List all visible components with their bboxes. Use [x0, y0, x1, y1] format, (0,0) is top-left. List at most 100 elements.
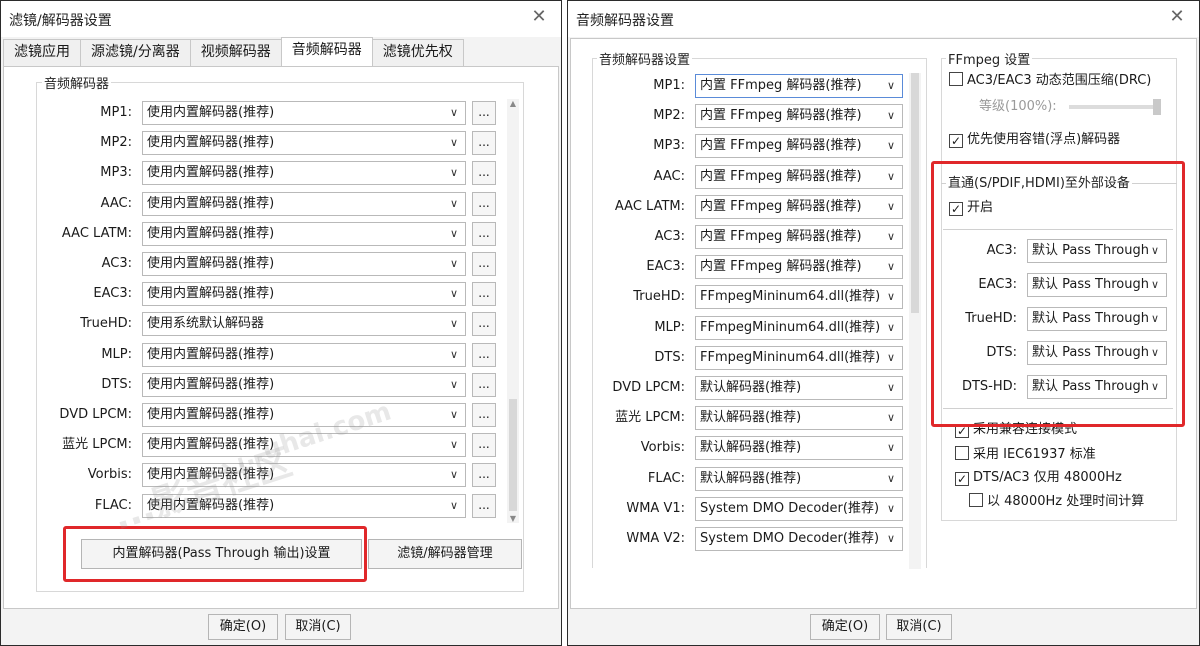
more-button[interactable]: ... [472, 312, 496, 337]
row-label: MP3: [653, 138, 685, 154]
iec-checkbox[interactable]: 采用 IEC61937 标准 [955, 446, 1096, 464]
chevron-down-icon[interactable]: ∨ [443, 193, 465, 215]
decoder-select[interactable]: 默认解码器(推荐) ∨ [695, 406, 903, 431]
checkbox-box[interactable] [955, 446, 969, 460]
close-icon[interactable]: ✕ [1165, 7, 1189, 27]
decoder-select[interactable]: 内置 FFmpeg 解码器(推荐) ∨ [695, 74, 903, 98]
tab-filter-apply[interactable]: 滤镜应用 [3, 39, 81, 66]
checkbox-box[interactable] [949, 72, 963, 86]
chevron-down-icon[interactable]: ∨ [443, 434, 465, 456]
chevron-down-icon[interactable]: ∨ [880, 498, 902, 520]
decoder-select[interactable]: 使用内置解码器(推荐) ∨ [142, 191, 466, 216]
select-value: 内置 FFmpeg 解码器(推荐) [700, 108, 862, 124]
decoder-select[interactable]: 内置 FFmpeg 解码器(推荐) ∨ [695, 104, 903, 129]
decoder-select[interactable]: 使用内置解码器(推荐) ∨ [142, 282, 466, 307]
scroll-up-icon[interactable]: ▲ [507, 99, 519, 108]
checkmark-icon[interactable]: ✓ [949, 134, 963, 148]
chevron-down-icon[interactable]: ∨ [443, 374, 465, 396]
drc-checkbox[interactable]: AC3/EAC3 动态范围压缩(DRC) [949, 72, 1151, 90]
decoder-select[interactable]: System DMO Decoder(推荐) ∨ [695, 496, 903, 521]
select-value: 默认解码器(推荐) [700, 470, 802, 486]
tab-video-decoder[interactable]: 视频解码器 [189, 39, 282, 66]
scroll-down-icon[interactable]: ▼ [507, 514, 519, 523]
chevron-down-icon[interactable]: ∨ [443, 313, 465, 335]
chevron-down-icon[interactable]: ∨ [880, 528, 902, 550]
more-button[interactable]: ... [472, 252, 496, 276]
scroll-thumb[interactable] [509, 399, 517, 511]
decoder-select[interactable]: 使用系统默认解码器 ∨ [142, 312, 466, 337]
chevron-down-icon[interactable]: ∨ [880, 437, 902, 459]
checkbox-box[interactable] [969, 493, 983, 507]
select-value: 使用内置解码器(推荐) [147, 407, 275, 422]
more-button[interactable]: ... [472, 403, 496, 427]
decoder-select[interactable]: 使用内置解码器(推荐) ∨ [142, 372, 466, 397]
select-value: 使用内置解码器(推荐) [147, 195, 275, 211]
tab-source-filter[interactable]: 源滤镜/分离器 [80, 39, 191, 66]
select-value: 默认解码器(推荐) [700, 440, 802, 456]
decoder-select[interactable]: 使用内置解码器(推荐) ∨ [142, 342, 466, 367]
more-button[interactable]: ... [472, 101, 496, 125]
chevron-down-icon[interactable]: ∨ [443, 404, 465, 426]
chevron-down-icon[interactable]: ∨ [880, 105, 902, 127]
more-button[interactable]: ... [472, 433, 496, 458]
level-slider[interactable] [1069, 105, 1161, 109]
scrollbar[interactable]: ▲ ▼ [507, 99, 519, 523]
row-label: DVD LPCM: [59, 407, 132, 422]
more-button[interactable]: ... [472, 282, 496, 307]
more-button[interactable]: ... [472, 372, 496, 397]
filter-manage-button[interactable]: 滤镜/解码器管理 [368, 539, 522, 569]
row-label: MP3: [100, 165, 132, 181]
decoder-select[interactable]: 使用内置解码器(推荐) ∨ [142, 252, 466, 276]
decoder-select[interactable]: 内置 FFmpeg 解码器(推荐) ∨ [695, 164, 903, 189]
ok-button[interactable]: 确定(O) [810, 614, 880, 640]
cancel-button[interactable]: 取消(C) [886, 614, 952, 640]
more-button[interactable]: ... [472, 161, 496, 186]
chevron-down-icon[interactable]: ∨ [880, 75, 902, 97]
more-button[interactable]: ... [472, 342, 496, 367]
decoder-row: FLAC: 使用内置解码器(推荐) ∨... [4, 493, 558, 518]
more-button[interactable]: ... [472, 493, 496, 518]
calc48-label: 以 48000Hz 处理时间计算 [987, 494, 1145, 509]
decoder-select[interactable]: 使用内置解码器(推荐) ∨ [142, 161, 466, 186]
chevron-down-icon[interactable]: ∨ [443, 253, 465, 275]
more-button[interactable]: ... [472, 131, 496, 156]
chevron-down-icon[interactable]: ∨ [443, 162, 465, 184]
close-icon[interactable]: ✕ [527, 7, 551, 27]
decoder-select[interactable]: 内置 FFmpeg 解码器(推荐) ∨ [695, 134, 903, 159]
calc48-checkbox[interactable]: 以 48000Hz 处理时间计算 [969, 493, 1144, 511]
chevron-down-icon[interactable]: ∨ [880, 196, 902, 218]
chevron-down-icon[interactable]: ∨ [880, 407, 902, 429]
cancel-button[interactable]: 取消(C) [285, 614, 351, 640]
chevron-down-icon[interactable]: ∨ [443, 495, 465, 517]
more-button[interactable]: ... [472, 463, 496, 488]
row-label: MP1: [653, 78, 685, 93]
chevron-down-icon[interactable]: ∨ [443, 102, 465, 124]
decoder-select[interactable]: System DMO Decoder(推荐) ∨ [695, 527, 903, 551]
chevron-down-icon[interactable]: ∨ [880, 135, 902, 157]
decoder-select[interactable]: 使用内置解码器(推荐) ∨ [142, 101, 466, 125]
title-bar: 音频解码器设置 ✕ [568, 1, 1199, 37]
decoder-select[interactable]: 默认解码器(推荐) ∨ [695, 436, 903, 461]
chevron-down-icon[interactable]: ∨ [443, 223, 465, 245]
more-button[interactable]: ... [472, 221, 496, 246]
chevron-down-icon[interactable]: ∨ [443, 132, 465, 154]
decoder-select[interactable]: 使用内置解码器(推荐) ∨ [142, 131, 466, 156]
chevron-down-icon[interactable]: ∨ [443, 283, 465, 305]
ok-button[interactable]: 确定(O) [208, 614, 278, 640]
select-value: 使用内置解码器(推荐) [147, 256, 275, 271]
chevron-down-icon[interactable]: ∨ [880, 166, 902, 188]
decoder-select[interactable]: 默认解码器(推荐) ∨ [695, 466, 903, 491]
checkmark-icon[interactable]: ✓ [955, 472, 969, 486]
chevron-down-icon[interactable]: ∨ [443, 344, 465, 366]
tab-audio-decoder[interactable]: 音频解码器 [280, 37, 373, 66]
chevron-down-icon[interactable]: ∨ [880, 468, 902, 490]
more-button[interactable]: ... [472, 191, 496, 216]
decoder-select[interactable]: 内置 FFmpeg 解码器(推荐) ∨ [695, 194, 903, 219]
level-slider-thumb[interactable] [1153, 99, 1161, 115]
tab-filter-priority[interactable]: 滤镜优先权 [371, 39, 464, 66]
chevron-down-icon[interactable]: ∨ [443, 464, 465, 486]
prefer-float-checkbox[interactable]: ✓ 优先使用容错(浮点)解码器 [949, 131, 1120, 149]
row-label: AAC LATM: [614, 198, 685, 214]
decoder-select[interactable]: 使用内置解码器(推荐) ∨ [142, 221, 466, 246]
dts48-checkbox[interactable]: ✓ DTS/AC3 仅用 48000Hz [955, 469, 1122, 487]
